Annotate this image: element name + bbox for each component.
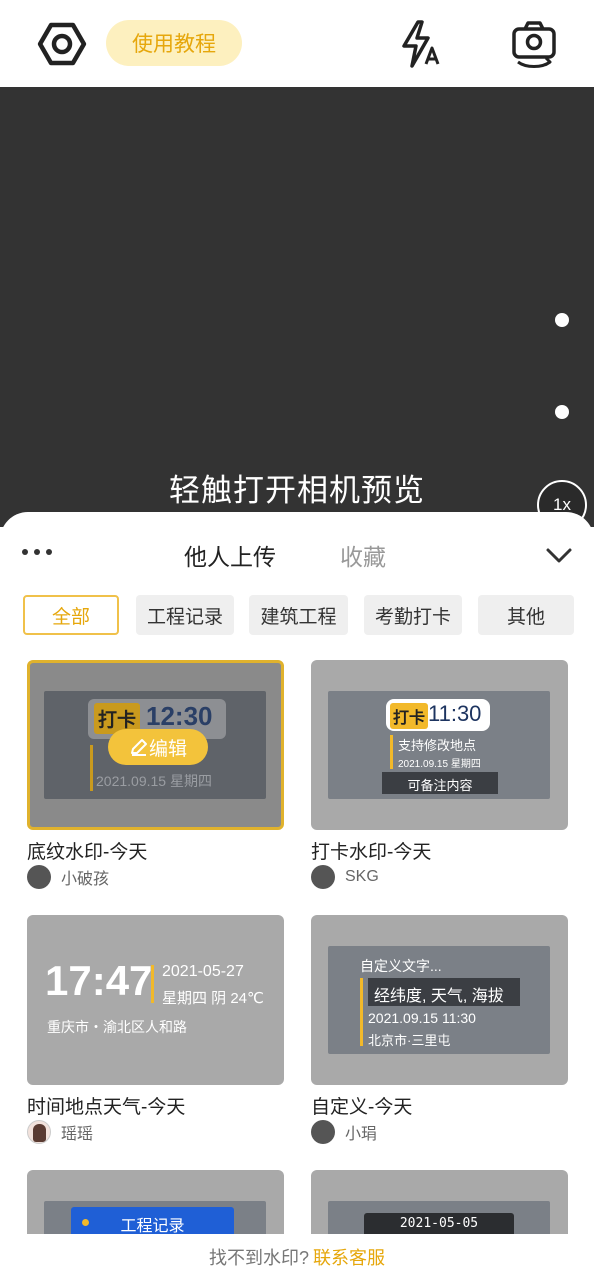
camera-switch-icon[interactable] [506, 16, 562, 72]
watermark-time: 12:30 [146, 701, 213, 731]
watermark-title: 打卡水印-今天 [311, 842, 432, 863]
watermark-title: 自定义-今天 [311, 1097, 413, 1118]
author: SKG [311, 865, 379, 889]
avatar [311, 865, 335, 889]
camera-preview[interactable]: 轻触打开相机预览 1x [0, 87, 594, 530]
watermark-date: 2021.09.15 星期四 [398, 759, 481, 770]
watermark-date: 2021-05-05 [399, 1216, 479, 1231]
watermark-time: 17:47 [45, 957, 153, 1004]
watermark-sheet: 他人上传 收藏 全部 工程记录 建筑工程 考勤打卡 其他 打卡 12:30 20… [0, 512, 594, 1280]
watermark-date: 2021.09.15 星期四 [96, 773, 212, 789]
author-name: 小破孩 [61, 871, 110, 888]
watermark-thumbnail[interactable]: 自定义文字... 经纬度, 天气, 海拔 2021.09.15 11:30 北京… [311, 915, 568, 1085]
category-filter: 全部 工程记录 建筑工程 考勤打卡 其他 [0, 595, 594, 635]
watermark-card[interactable]: 自定义文字... 经纬度, 天气, 海拔 2021.09.15 11:30 北京… [311, 915, 568, 1144]
watermark-preview: 自定义文字... 经纬度, 天气, 海拔 2021.09.15 11:30 北京… [328, 946, 550, 1054]
avatar [27, 1120, 51, 1144]
category-chip-engineering-record[interactable]: 工程记录 [136, 595, 234, 635]
watermark-note: 可备注内容 [407, 778, 473, 793]
author: 瑶瑶 [27, 1120, 93, 1144]
indicator-dot [555, 405, 569, 419]
watermark-time: 11:30 [428, 701, 482, 726]
watermark-thumbnail[interactable]: 打卡 11:30 支持修改地点 2021.09.15 星期四 可备注内容 [311, 660, 568, 830]
watermark-tag: 打卡 [390, 703, 429, 729]
watermark-card[interactable]: 17:47 2021-05-27 星期四 阴 24℃ 重庆市・渝北区人和路 时间… [27, 915, 284, 1144]
category-chip-construction[interactable]: 建筑工程 [249, 595, 348, 635]
tutorial-button[interactable]: 使用教程 [106, 20, 242, 66]
watermark-title: 时间地点天气-今天 [27, 1097, 186, 1118]
not-found-question: 找不到水印? [208, 1248, 309, 1268]
watermark-preview: 打卡 11:30 支持修改地点 2021.09.15 星期四 可备注内容 [328, 691, 550, 799]
watermark-fields: 经纬度, 天气, 海拔 [374, 988, 504, 1005]
avatar [27, 865, 51, 889]
edit-label: 编辑 [148, 738, 187, 760]
watermark-label: 工程记录 [120, 1218, 185, 1235]
author-name: SKG [345, 868, 379, 885]
watermark-place: 北京市·三里屯 [368, 1033, 451, 1048]
watermark-thumbnail[interactable]: 17:47 2021-05-27 星期四 阴 24℃ 重庆市・渝北区人和路 [27, 915, 284, 1085]
author-name: 瑶瑶 [61, 1126, 94, 1143]
watermark-custom-text: 自定义文字... [360, 958, 442, 974]
chevron-down-icon[interactable] [544, 540, 574, 570]
tap-to-open-preview-hint[interactable]: 轻触打开相机预览 [0, 465, 594, 510]
author: 小破孩 [27, 865, 109, 889]
watermark-address: 重庆市・渝北区人和路 [47, 1019, 187, 1035]
watermark-card[interactable]: 打卡 11:30 支持修改地点 2021.09.15 星期四 可备注内容 打卡水… [311, 660, 568, 889]
watermark-thumbnail[interactable]: 打卡 12:30 2021.09.15 星期四 编辑 [27, 660, 284, 830]
watermark-card[interactable]: 打卡 12:30 2021.09.15 星期四 编辑 底纹水印-今天 小破孩 [27, 660, 284, 889]
watermark-weather: 星期四 阴 24℃ [162, 990, 264, 1007]
watermark-location: 支持修改地点 [398, 738, 477, 753]
settings-icon[interactable] [36, 18, 88, 70]
avatar [311, 1120, 335, 1144]
category-chip-other[interactable]: 其他 [478, 595, 574, 635]
pencil-icon [130, 739, 147, 756]
indicator-dot [555, 313, 569, 327]
help-footer: 找不到水印? 联系客服 [0, 1234, 594, 1280]
watermark-date: 2021-05-27 [162, 963, 244, 980]
author-name: 小琄 [345, 1126, 378, 1143]
top-bar: 使用教程 [0, 0, 594, 87]
tab-favorites[interactable]: 收藏 [340, 538, 386, 572]
watermark-datetime: 2021.09.15 11:30 [368, 1010, 476, 1026]
more-options-icon[interactable] [22, 546, 52, 558]
edit-button[interactable]: 编辑 [108, 729, 208, 765]
contact-support-link[interactable]: 联系客服 [313, 1244, 385, 1270]
category-chip-all[interactable]: 全部 [23, 595, 119, 635]
category-chip-attendance[interactable]: 考勤打卡 [364, 595, 462, 635]
author: 小琄 [311, 1120, 377, 1144]
flash-auto-icon[interactable] [396, 18, 446, 70]
tab-others-upload[interactable]: 他人上传 [184, 538, 276, 572]
watermark-title: 底纹水印-今天 [27, 842, 148, 863]
